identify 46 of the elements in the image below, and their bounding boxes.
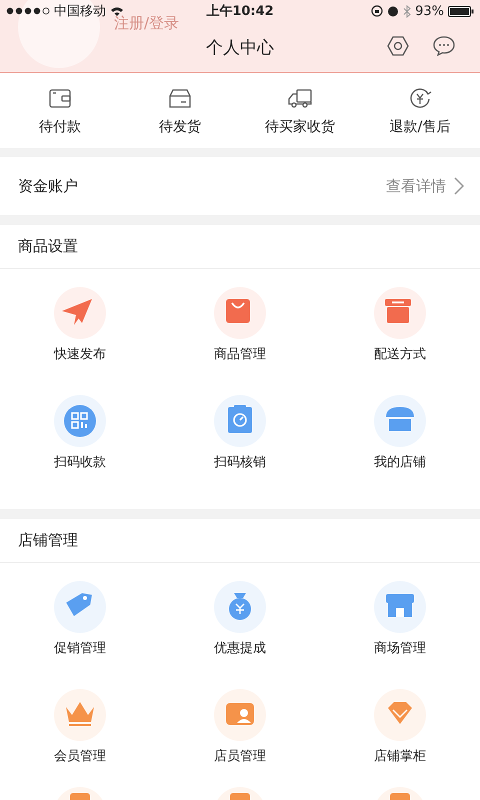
page-title: 个人中心: [206, 36, 274, 58]
signal-icon: [6, 7, 50, 15]
menu-item-label[interactable]: 配送方式: [374, 347, 426, 363]
moneybag-icon[interactable]: [214, 581, 266, 633]
menu-item-label[interactable]: 商品管理: [214, 347, 266, 363]
qr-icon[interactable]: [54, 395, 106, 447]
order-status-label[interactable]: 待付款: [39, 118, 81, 136]
plane-icon[interactable]: [54, 287, 106, 339]
menu-item-label[interactable]: 会员管理: [54, 749, 106, 765]
shop-icon[interactable]: [374, 395, 426, 447]
menu-icon-top[interactable]: [230, 793, 250, 800]
crown-icon[interactable]: [54, 689, 106, 741]
clock: 上午10:42: [206, 3, 274, 20]
rotation-lock-icon: [371, 5, 384, 17]
menu-icon-top[interactable]: [70, 793, 90, 800]
chevron-right-icon[interactable]: [454, 177, 464, 195]
menu-item-label[interactable]: 扫码核销: [214, 455, 266, 471]
staff-icon[interactable]: [214, 689, 266, 741]
menu-item-label[interactable]: 促销管理: [54, 641, 106, 657]
menu-item-label[interactable]: 店铺掌柜: [374, 749, 426, 765]
order-status-label[interactable]: 待买家收货: [265, 118, 335, 136]
scan-icon[interactable]: [214, 395, 266, 447]
menu-item-label[interactable]: 扫码收款: [54, 455, 106, 471]
details-link[interactable]: 查看详情: [386, 176, 446, 196]
account-label: 资金账户: [18, 176, 79, 196]
bag-icon[interactable]: [214, 287, 266, 339]
menu-item-label[interactable]: 优惠提成: [214, 641, 266, 657]
menu-item-label[interactable]: 商场管理: [374, 641, 426, 657]
tag-icon[interactable]: [54, 581, 106, 633]
mall-icon[interactable]: [374, 581, 426, 633]
carrier-name: 中国移动: [54, 3, 106, 20]
menu-item-label[interactable]: 快速发布: [54, 347, 106, 363]
order-status-label[interactable]: 待发货: [159, 118, 201, 136]
chat-icon[interactable]: [432, 34, 456, 58]
order-status-label[interactable]: 退款/售后: [390, 118, 450, 136]
battery-percent: 93%: [415, 4, 444, 18]
section-title: 商品设置: [18, 237, 78, 256]
bluetooth-icon: [403, 4, 412, 18]
battery-icon: [448, 6, 474, 16]
menu-icon-top[interactable]: [390, 793, 410, 800]
wifi-icon: [110, 6, 124, 16]
menu-item-label[interactable]: 我的店铺: [374, 455, 426, 471]
section-title: 店铺管理: [18, 531, 78, 550]
menu-item-label[interactable]: 店员管理: [214, 749, 266, 765]
settings-icon[interactable]: [386, 34, 410, 58]
crate-icon[interactable]: [374, 287, 426, 339]
